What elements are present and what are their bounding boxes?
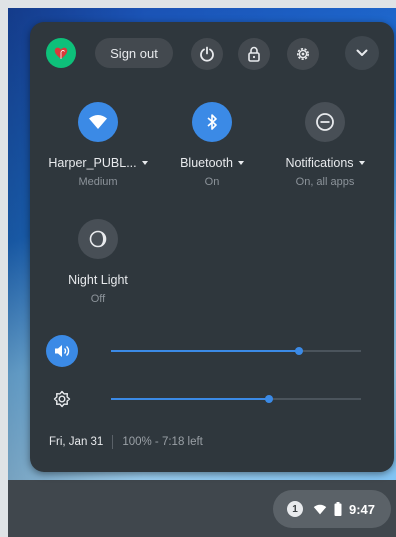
- network-label-row[interactable]: Harper_PUBL...: [43, 156, 153, 170]
- sign-out-label: Sign out: [110, 45, 158, 61]
- wifi-icon: [89, 115, 107, 129]
- network-tile[interactable]: Harper_PUBL... Medium: [43, 102, 153, 188]
- bluetooth-status: On: [204, 176, 220, 188]
- notifications-label-row[interactable]: Notifications: [270, 156, 380, 170]
- clock-time: 9:47: [349, 501, 376, 517]
- bluetooth-toggle[interactable]: [192, 102, 232, 142]
- volume-button[interactable]: [46, 335, 78, 367]
- footer-divider: [112, 435, 114, 449]
- quick-settings-footer: Fri, Jan 31 100% - 7:18 left: [49, 435, 203, 449]
- night-light-icon: [89, 230, 107, 248]
- brightness-slider-thumb[interactable]: [264, 395, 273, 403]
- network-status: Medium: [78, 176, 118, 188]
- bluetooth-tile[interactable]: Bluetooth On: [157, 102, 267, 188]
- battery-label: 100% - 7:18 left: [122, 436, 203, 448]
- volume-slider[interactable]: [111, 347, 361, 355]
- brightness-icon: [53, 390, 71, 408]
- brightness-button[interactable]: [46, 383, 78, 415]
- lock-button[interactable]: [238, 38, 270, 70]
- wifi-icon: [313, 504, 327, 514]
- volume-icon: [55, 345, 70, 357]
- chevron-down-icon: [356, 49, 368, 56]
- volume-row: [30, 333, 394, 369]
- date-label[interactable]: Fri, Jan 31: [49, 436, 103, 448]
- notifications-status: On, all apps: [295, 176, 355, 188]
- network-toggle[interactable]: [78, 102, 118, 142]
- bluetooth-label-row[interactable]: Bluetooth: [157, 156, 267, 170]
- night-light-toggle[interactable]: [78, 219, 118, 259]
- settings-button[interactable]: [287, 38, 319, 70]
- bluetooth-icon: [207, 114, 217, 130]
- battery-icon: [334, 502, 342, 516]
- notifications-toggle[interactable]: [305, 102, 345, 142]
- bluetooth-label: Bluetooth: [180, 156, 233, 170]
- volume-slider-fill: [111, 350, 299, 352]
- sign-out-button[interactable]: Sign out: [95, 38, 173, 68]
- power-button[interactable]: [191, 38, 223, 70]
- power-icon: [200, 46, 214, 62]
- night-light-tile[interactable]: Night Light Off: [43, 219, 153, 305]
- quick-settings-panel: Sign out Harper_PUBL... Medium Bluetooth…: [30, 22, 394, 472]
- caret-down-icon: [237, 161, 244, 165]
- collapse-button[interactable]: [345, 36, 379, 70]
- quick-settings-top-bar: Sign out: [30, 22, 394, 84]
- brightness-row: [30, 381, 394, 417]
- caret-down-icon: [141, 161, 148, 165]
- status-tray[interactable]: 1 9:47: [273, 490, 391, 528]
- notifications-label: Notifications: [285, 156, 354, 170]
- night-light-label: Night Light: [68, 273, 128, 287]
- brightness-slider-fill: [111, 398, 269, 400]
- gear-icon: [297, 48, 309, 60]
- network-name: Harper_PUBL...: [48, 156, 137, 170]
- lock-icon: [248, 46, 260, 62]
- avatar-icon: [54, 47, 68, 59]
- user-avatar[interactable]: [46, 38, 76, 68]
- volume-slider-thumb[interactable]: [294, 347, 303, 355]
- notifications-tile[interactable]: Notifications On, all apps: [270, 102, 380, 188]
- caret-down-icon: [358, 161, 365, 165]
- notification-count-badge: 1: [287, 501, 303, 517]
- night-light-status: Off: [90, 293, 106, 305]
- night-light-label-row: Night Light: [43, 273, 153, 287]
- do-not-disturb-icon: [316, 113, 334, 131]
- brightness-slider[interactable]: [111, 395, 361, 403]
